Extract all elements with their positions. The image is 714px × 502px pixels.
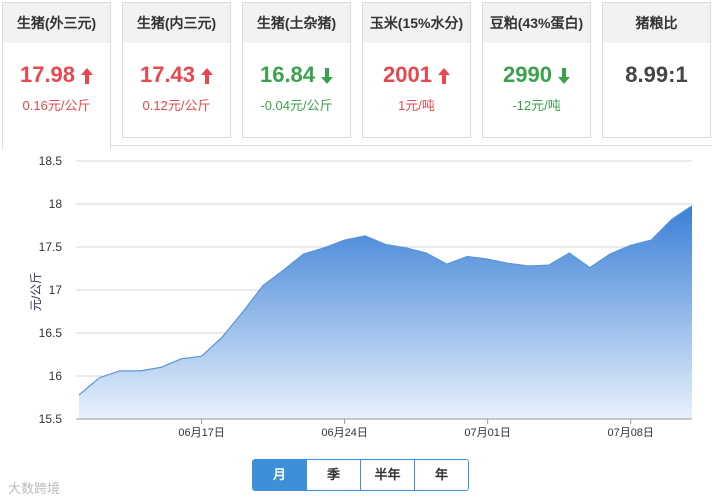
arrow-up-icon [201,68,214,85]
card-title: 生猪(外三元) [3,3,110,43]
card-title: 生猪(内三元) [123,3,230,43]
x-tick-label: 07月08日 [607,427,653,439]
card-title: 猪粮比 [603,3,710,43]
arrow-down-icon [557,68,570,85]
price-card[interactable]: 猪粮比 8.99:1 [602,2,711,138]
card-change: -12元/吨 [512,98,561,113]
y-axis-label: 元/公斤 [29,271,44,312]
card-price-row: 2001 [363,61,470,89]
card-price: 2001 [383,62,432,87]
card-change: 0.16元/公斤 [22,98,91,113]
period-button[interactable]: 月 [253,460,307,490]
card-price: 2990 [503,62,552,87]
y-tick-label: 15.5 [39,412,63,426]
card-price-row: 16.84 [243,61,350,89]
y-tick-label: 18.5 [39,154,63,168]
watermark: 大数跨境 [8,481,61,496]
card-price-row: 8.99:1 [603,61,710,89]
card-price-row: 17.43 [123,61,230,89]
card-change: -0.04元/公斤 [260,98,333,113]
price-card[interactable]: 豆粕(43%蛋白) 2990 -12元/吨 [482,2,591,138]
card-change: 1元/吨 [398,98,435,113]
price-card[interactable]: 生猪(外三元) 17.98 0.16元/公斤 [2,2,111,150]
period-selector: 月季半年年 [252,459,469,491]
y-tick-label: 16.5 [39,326,63,340]
card-price: 17.43 [139,62,196,87]
arrow-down-icon [321,68,334,85]
x-tick-label: 06月17日 [178,427,224,439]
x-tick-label: 06月24日 [321,427,367,439]
y-tick-label: 16 [49,369,63,383]
card-change: 0.12元/公斤 [142,98,211,113]
arrow-up-icon [437,68,450,85]
series-area [79,205,692,419]
card-price-row: 2990 [483,61,590,89]
price-card[interactable]: 玉米(15%水分) 2001 1元/吨 [362,2,471,138]
card-price-row: 17.98 [3,61,110,89]
card-price: 16.84 [259,62,316,87]
period-button[interactable]: 半年 [361,460,415,490]
card-title: 生猪(土杂猪) [243,3,350,43]
period-button[interactable]: 年 [415,460,468,490]
x-tick-label: 07月01日 [464,427,510,439]
card-title: 豆粕(43%蛋白) [483,3,590,43]
card-price: 8.99:1 [625,62,688,87]
price-card[interactable]: 生猪(土杂猪) 16.84 -0.04元/公斤 [242,2,351,138]
price-card[interactable]: 生猪(内三元) 17.43 0.12元/公斤 [122,2,231,138]
card-price: 17.98 [19,62,76,87]
arrow-up-icon [81,68,94,85]
card-title: 玉米(15%水分) [363,3,470,43]
price-cards: 生猪(外三元) 17.98 0.16元/公斤 生猪(内三元) 17.43 0.12元/公斤… [2,2,714,150]
price-chart: 18.5 18 17.5 17 16.5 16 15.5 06月17日 06月24日 07月01日… [2,145,712,461]
y-tick-label: 17 [49,283,63,297]
y-tick-label: 18 [49,197,63,211]
y-tick-label: 17.5 [39,240,63,254]
period-button[interactable]: 季 [307,460,361,490]
price-chart-svg: 18.5 18 17.5 17 16.5 16 15.5 06月17日 06月24日 07月01日… [39,154,693,439]
